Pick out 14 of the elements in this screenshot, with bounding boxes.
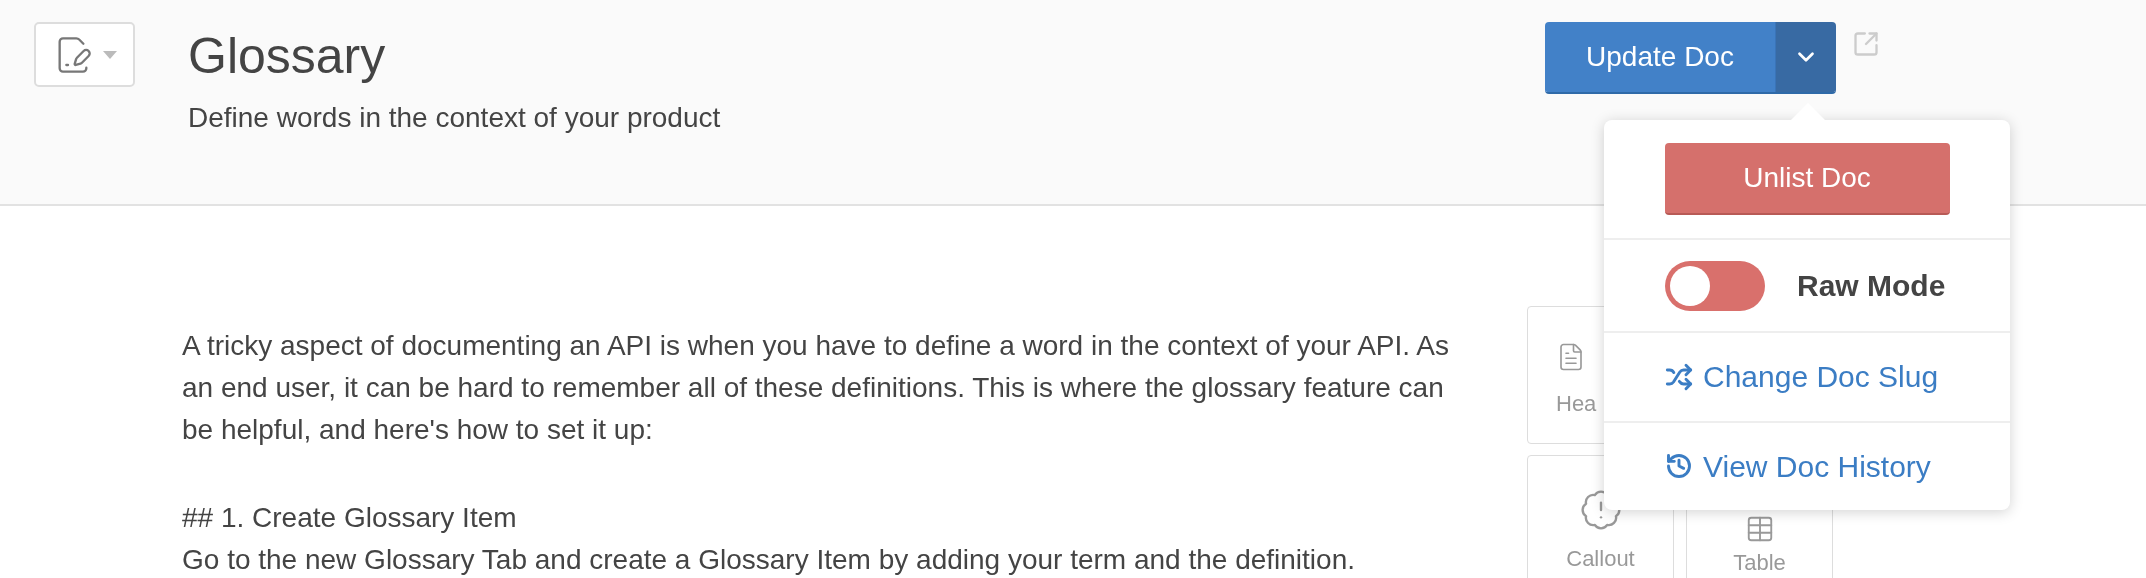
editor-text: Go to the new Glossary Tab and create a Glossary Item by adding your term and the definition. bbox=[182, 543, 1356, 577]
editor-text: A tricky aspect of documenting an API is when you have to define a word in the context of your API. As an end user, it can be hard to remember all of these definitions. This is where the glossary feature can be helpful, and here's how to set it up: bbox=[182, 329, 1450, 447]
raw-mode-label: Raw Mode bbox=[1797, 268, 1946, 304]
caret-icon bbox=[102, 50, 117, 59]
doc-type-button[interactable] bbox=[34, 22, 135, 87]
page-subtitle: Define words in the context of your product bbox=[188, 102, 722, 134]
raw-mode-toggle[interactable] bbox=[1665, 260, 1765, 311]
page-title: Glossary bbox=[188, 28, 387, 84]
history-icon bbox=[1665, 452, 1693, 481]
dropdown-toggle-button[interactable] bbox=[1776, 22, 1836, 92]
unlist-doc-button[interactable]: Unlist Doc bbox=[1664, 143, 1950, 215]
shuffle-icon bbox=[1665, 362, 1693, 391]
editor-text: ## 1. Create Glossary Item bbox=[182, 501, 518, 535]
update-doc-button[interactable]: Update Doc bbox=[1545, 22, 1776, 92]
